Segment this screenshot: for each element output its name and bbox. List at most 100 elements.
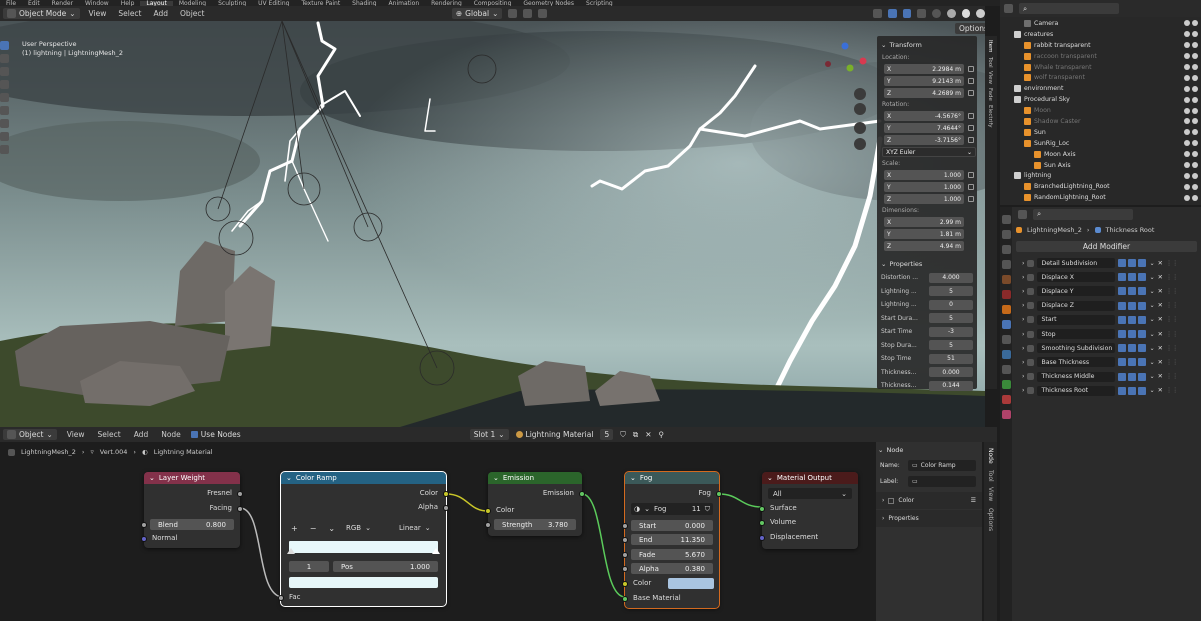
modifier-panel[interactable]: › Detail Subdivision ⌄ ✕ ⋮⋮ [1000, 256, 1201, 270]
camera-render-icon[interactable] [1192, 53, 1198, 60]
output-target-dropdown[interactable]: All ⌄ [768, 488, 852, 499]
fog-fade-field[interactable]: Fade 5.670 [631, 549, 713, 560]
outliner-item[interactable]: lightning [1000, 170, 1201, 181]
custom-property-value[interactable]: 0.144 [929, 380, 973, 391]
chevron-right-icon[interactable]: › [1022, 260, 1024, 267]
modifier-name-field[interactable]: Displace Y [1037, 286, 1116, 297]
input-socket-color[interactable] [622, 581, 628, 587]
add-modifier-button[interactable]: Add Modifier [1016, 241, 1197, 252]
annotate-tool-icon[interactable] [0, 119, 9, 128]
modifier-name-field[interactable]: Displace X [1037, 272, 1116, 283]
tab-options[interactable]: Options [987, 508, 994, 531]
node-menu-select[interactable]: Select [95, 430, 124, 439]
editmode-toggle-icon[interactable] [1118, 358, 1127, 367]
output-socket-alpha[interactable] [443, 505, 449, 511]
chevron-right-icon[interactable]: › [1022, 345, 1024, 352]
transform-panel-header[interactable]: ⌄ Transform [879, 38, 975, 52]
visibility-eye-icon[interactable] [1184, 129, 1190, 136]
close-icon[interactable]: ✕ [1158, 331, 1163, 338]
camera-render-icon[interactable] [1192, 85, 1198, 92]
new-material-icon[interactable]: ⧉ [633, 430, 638, 440]
modifier-menu-icon[interactable]: ⌄ [1149, 345, 1154, 352]
outliner-item[interactable]: environment [1000, 83, 1201, 94]
chevron-right-icon[interactable]: › [1022, 288, 1024, 295]
output-socket-facing[interactable] [237, 506, 243, 512]
visibility-eye-icon[interactable] [1184, 118, 1190, 125]
modifier-menu-icon[interactable]: ⌄ [1149, 331, 1154, 338]
input-socket-surface[interactable] [759, 506, 765, 512]
viewport-menu-view[interactable]: View [86, 9, 110, 18]
custom-property-value[interactable]: 51 [929, 353, 973, 364]
visibility-eye-icon[interactable] [1184, 42, 1190, 49]
modifier-name-field[interactable]: Thickness Middle [1037, 371, 1116, 382]
world-tab-icon[interactable] [1001, 290, 1011, 299]
output-socket-emission[interactable] [579, 491, 585, 497]
close-icon[interactable]: ✕ [1158, 345, 1163, 352]
scale-z-field[interactable]: Z 1.000 [884, 194, 964, 204]
node-panel-header[interactable]: ⌄ Node [876, 442, 982, 457]
visibility-eye-icon[interactable] [1184, 85, 1190, 92]
visibility-eye-icon[interactable] [1184, 31, 1190, 38]
dimensions-y-field[interactable]: Y 1.81 m [884, 229, 964, 239]
chevron-right-icon[interactable]: › [1022, 316, 1024, 323]
output-tab-icon[interactable] [1001, 245, 1011, 254]
ramp-stop-0[interactable] [287, 548, 295, 554]
lock-icon[interactable] [968, 66, 974, 72]
close-icon[interactable]: ✕ [1158, 373, 1163, 380]
camera-render-icon[interactable] [1192, 140, 1198, 147]
node-menu-add[interactable]: Add [131, 430, 152, 439]
lock-icon[interactable] [968, 172, 974, 178]
constraints-tab-icon[interactable] [1001, 365, 1011, 374]
render-toggle-icon[interactable] [1138, 259, 1147, 268]
visibility-eye-icon[interactable] [1184, 96, 1190, 103]
data-tab-icon[interactable] [1001, 380, 1011, 389]
editmode-toggle-icon[interactable] [1118, 301, 1127, 310]
display-mode-icon[interactable] [1004, 4, 1013, 13]
render-toggle-icon[interactable] [1138, 330, 1147, 339]
overlay-icon[interactable] [902, 9, 912, 18]
input-socket-fade[interactable] [622, 552, 628, 558]
tab-tool[interactable]: Tool [987, 470, 994, 482]
tab-item[interactable]: Item [987, 40, 993, 53]
view-layer-tab-icon[interactable] [1001, 260, 1011, 269]
editmode-toggle-icon[interactable] [1118, 287, 1127, 296]
modifier-menu-icon[interactable]: ⌄ [1149, 316, 1154, 323]
outliner-item[interactable]: Whale transparent [1000, 62, 1201, 73]
node-layer-weight[interactable]: ⌄ Layer Weight Fresnel Facing Blend 0.800 … [141, 472, 243, 548]
visibility-eye-icon[interactable] [1184, 162, 1190, 169]
outliner-item[interactable]: Sun Axis [1000, 160, 1201, 171]
outliner-item[interactable]: Camera [1000, 18, 1201, 29]
viewport-toggle-icon[interactable] [1128, 386, 1137, 395]
viewport-options-button[interactable]: Options⌄ [955, 23, 985, 34]
add-stop-button[interactable]: + [291, 524, 298, 533]
modifier-name-field[interactable]: Stop [1037, 329, 1116, 340]
drag-handle-icon[interactable]: ⋮⋮ [1166, 331, 1178, 338]
modifier-name-field[interactable]: Start [1037, 314, 1116, 325]
location-z-field[interactable]: Z 4.2689 m [884, 88, 964, 98]
shading-wire-icon[interactable] [932, 9, 941, 18]
input-socket-blend[interactable] [141, 522, 147, 528]
stop-index-field[interactable]: 1 [289, 561, 329, 572]
visibility-eye-icon[interactable] [1184, 140, 1190, 147]
node-group-selector[interactable]: ◑ ⌄ Fog 11 ⛉ [631, 503, 713, 515]
input-socket-normal[interactable] [141, 536, 147, 542]
dimensions-x-field[interactable]: X 2.99 m [884, 217, 964, 227]
close-icon[interactable]: ✕ [1158, 260, 1163, 267]
chevron-right-icon[interactable]: › [1022, 359, 1024, 366]
camera-render-icon[interactable] [1192, 162, 1198, 169]
tab-tool[interactable]: Tool [987, 57, 993, 68]
properties-panel-header[interactable]: ⌄ Properties [879, 257, 975, 271]
snap-icon[interactable] [523, 9, 532, 18]
node-canvas[interactable]: LightningMesh_2 › ▿ Vert.004 › ◐ Lightni… [0, 442, 870, 621]
viewport-toggle-icon[interactable] [1128, 301, 1137, 310]
node-label-field[interactable]: ▭ [908, 476, 976, 487]
editmode-toggle-icon[interactable] [1118, 259, 1127, 268]
modifier-menu-icon[interactable]: ⌄ [1149, 373, 1154, 380]
modifier-panel[interactable]: › Displace Z ⌄ ✕ ⋮⋮ [1000, 299, 1201, 313]
outliner-search[interactable]: ⌕ [1019, 3, 1119, 14]
outliner-item[interactable]: wolf transparent [1000, 72, 1201, 83]
color-ramp-gradient[interactable] [289, 541, 438, 553]
visibility-eye-icon[interactable] [1184, 74, 1190, 81]
render-toggle-icon[interactable] [1138, 287, 1147, 296]
camera-render-icon[interactable] [1192, 172, 1198, 179]
